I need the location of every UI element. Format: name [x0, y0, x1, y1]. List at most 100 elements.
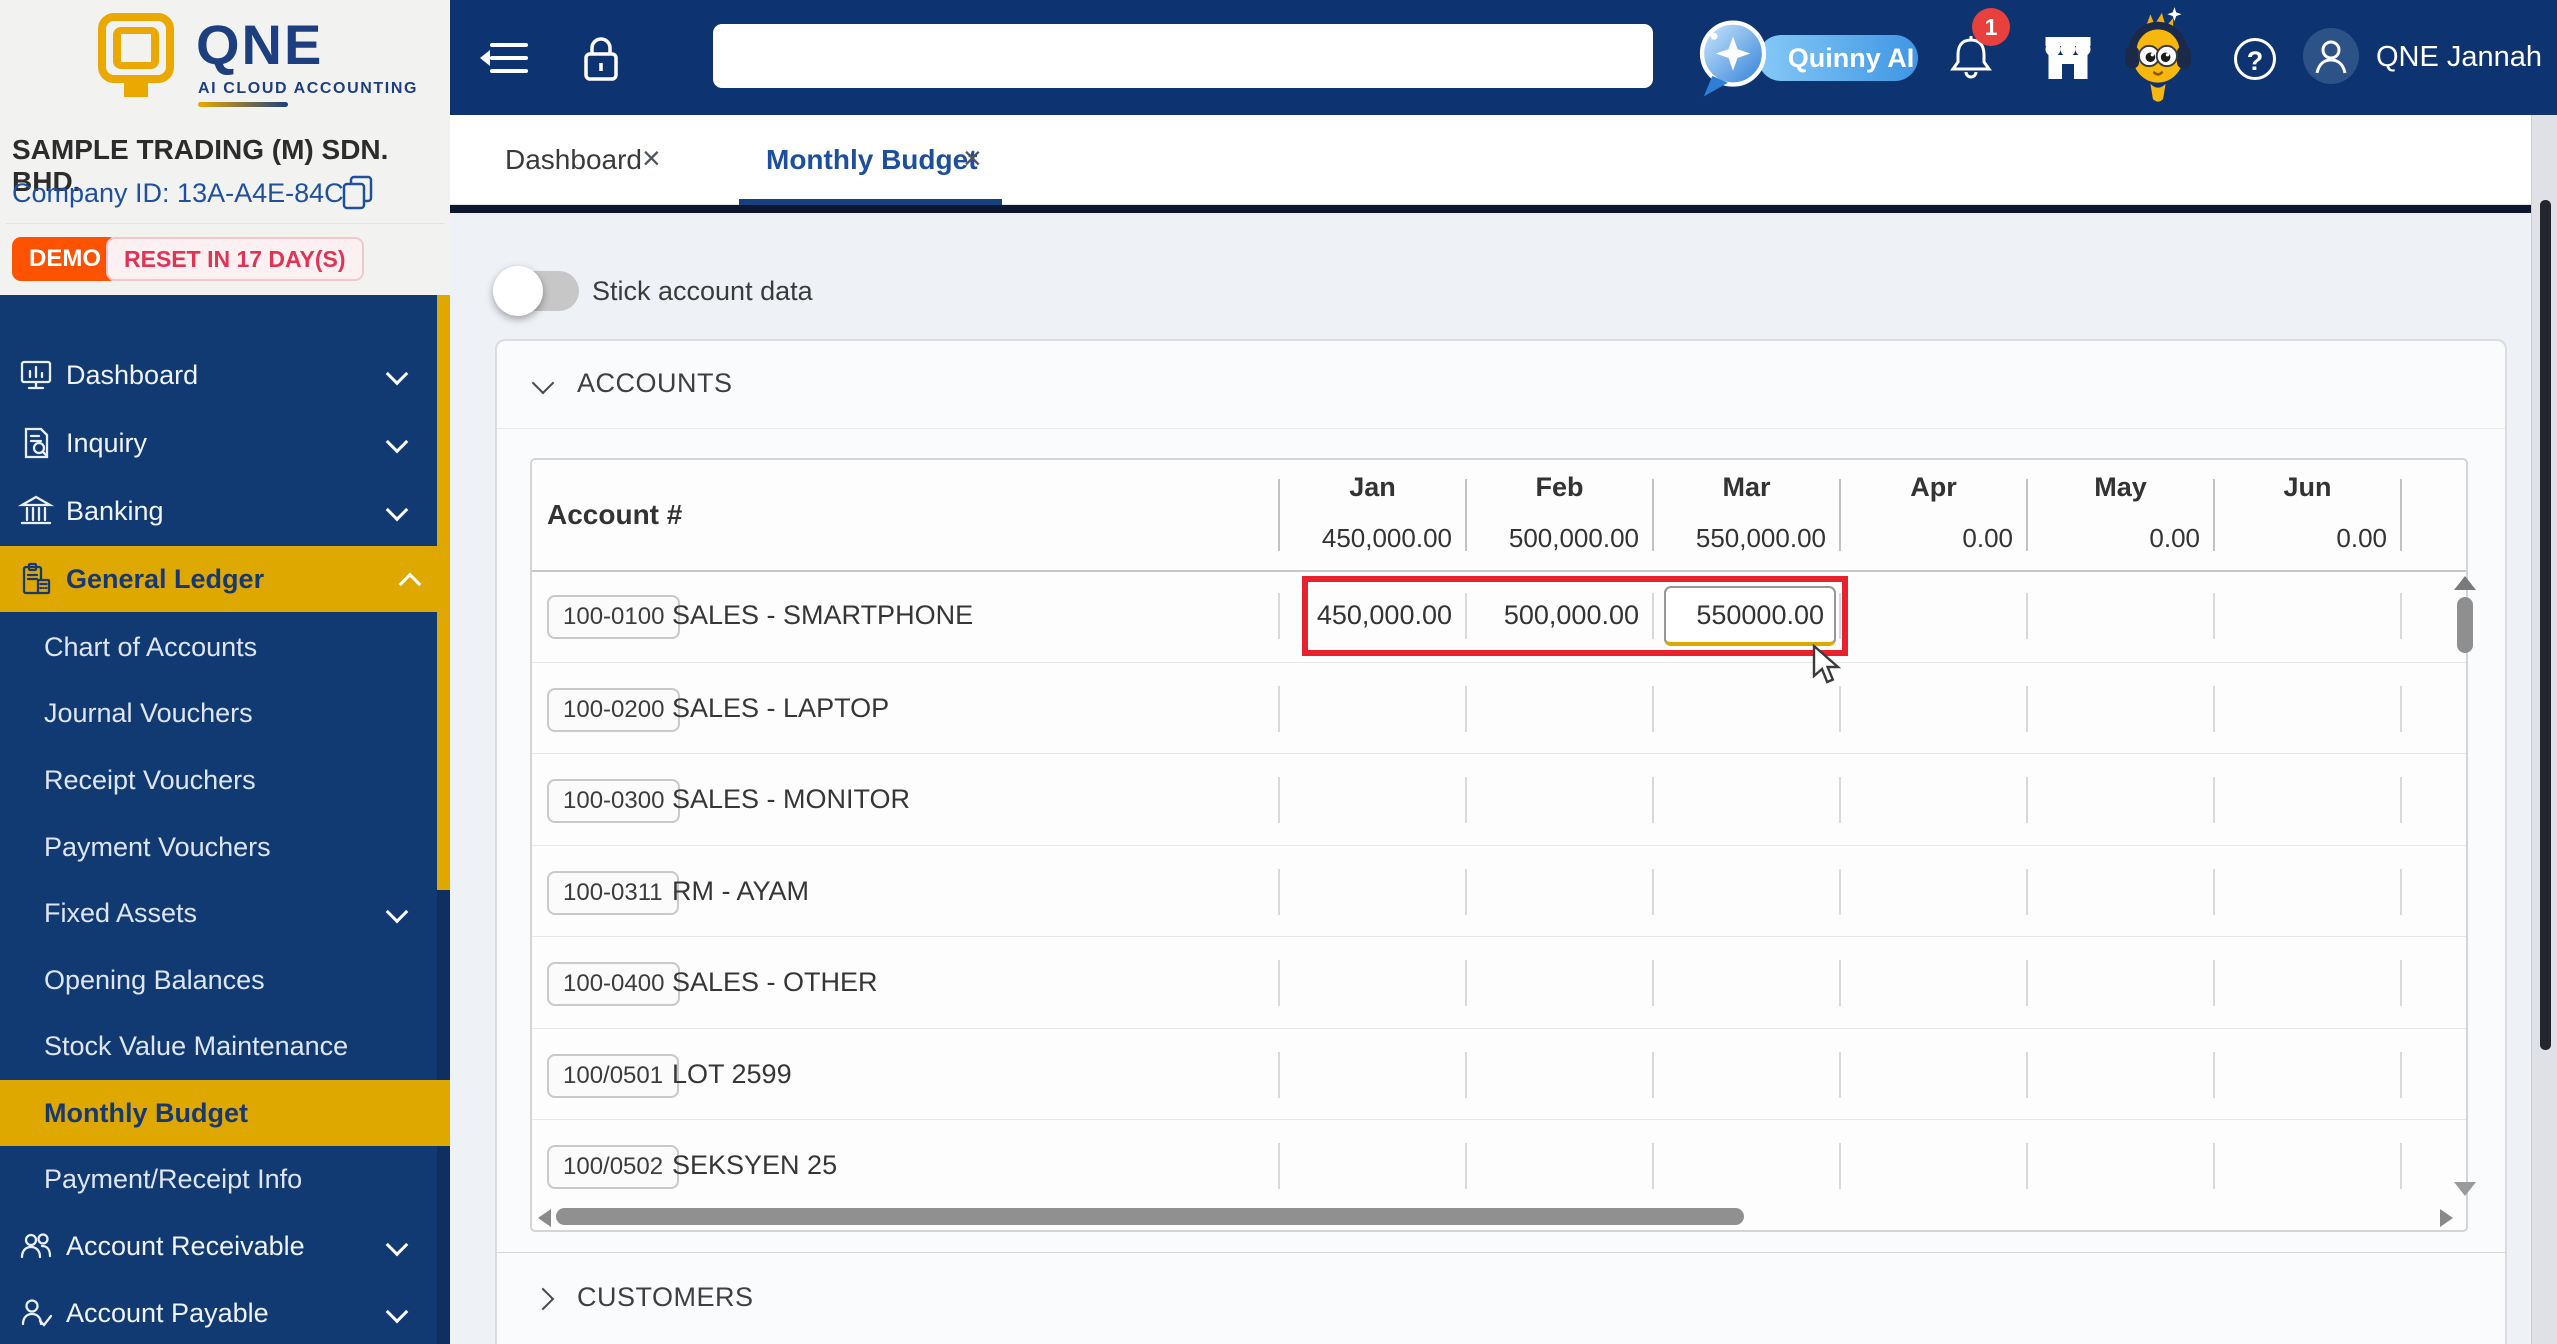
table-row[interactable]: 100-0311 RM - AYAM	[532, 845, 2466, 936]
grid-horizontal-scrollbar-thumb[interactable]	[556, 1208, 1744, 1225]
notification-badge[interactable]: 1	[1972, 8, 2010, 46]
sidebar-item-monthly-budget[interactable]: Monthly Budget	[0, 1080, 450, 1146]
sidebar-item-label: General Ledger	[66, 564, 265, 594]
copy-icon[interactable]	[340, 174, 376, 212]
table-row[interactable]: 100-0100 SALES - SMARTPHONE 450,000.00 5…	[532, 570, 2466, 661]
sidebar-item-stock-value-maintenance[interactable]: Stock Value Maintenance	[0, 1013, 437, 1079]
quinny-chat-icon	[1699, 20, 1767, 97]
sidebar-item-banking[interactable]: Banking	[0, 478, 437, 544]
app-window: Quinny AI 1 ? QNE Jannah QNE AI CLOUD AC…	[0, 0, 2557, 1344]
grid-scroll-up-arrow[interactable]	[2454, 576, 2476, 590]
table-row[interactable]: 100-0200 SALES - LAPTOP	[532, 662, 2466, 753]
section-header-accounts[interactable]: ACCOUNTS	[497, 339, 2505, 428]
account-name: SALES - OTHER	[672, 967, 878, 997]
sidebar-item-fixed-assets[interactable]: Fixed Assets	[0, 880, 437, 946]
sidebar-item-payment-vouchers[interactable]: Payment Vouchers	[0, 814, 437, 880]
account-receivable-icon	[18, 1228, 54, 1271]
sidebar-item-opening-balances[interactable]: Opening Balances	[0, 947, 437, 1013]
section-divider	[497, 428, 2505, 429]
month-label: Jun	[2283, 472, 2332, 502]
panel-divider	[6, 223, 444, 224]
demo-badge: DEMO	[12, 237, 118, 281]
page-scrollbar-thumb[interactable]	[2540, 200, 2551, 1050]
help-icon[interactable]: ?	[2234, 38, 2276, 80]
grid-scroll-left-arrow[interactable]	[538, 1209, 551, 1227]
sidebar-item-inquiry[interactable]: Inquiry	[0, 410, 437, 476]
budget-cell-input-mar[interactable]	[1664, 586, 1836, 646]
month-total: 550,000.00	[1695, 523, 1826, 553]
column-header-jan[interactable]: Jan 450,000.00	[1279, 460, 1466, 570]
sidebar-item-label: Fixed Assets	[44, 898, 198, 928]
qne-logo-icon	[98, 13, 174, 83]
row-column-separators	[1278, 869, 2403, 915]
stick-account-data-toggle[interactable]	[493, 266, 579, 316]
grid-vertical-scrollbar-thumb[interactable]	[2457, 597, 2473, 653]
content-top-border	[450, 205, 2531, 213]
global-search	[713, 24, 1653, 88]
grid-scroll-right-arrow[interactable]	[2440, 1209, 2453, 1227]
table-row[interactable]: 100/0502 SEKSYEN 25	[532, 1119, 2466, 1210]
account-code-chip: 100-0200	[547, 688, 681, 732]
search-input[interactable]	[713, 24, 1653, 88]
chevron-down-icon	[385, 1300, 409, 1324]
table-row[interactable]: 100/0501 LOT 2599	[532, 1028, 2466, 1119]
account-name: LOT 2599	[672, 1059, 792, 1089]
budget-cell-jan[interactable]: 450,000.00	[1279, 570, 1466, 661]
tab-dashboard[interactable]: Dashboard	[505, 115, 642, 205]
account-column-header[interactable]: Account #	[547, 460, 682, 570]
sidebar-item-journal-vouchers[interactable]: Journal Vouchers	[0, 680, 437, 746]
month-total: 500,000.00	[1508, 523, 1639, 553]
section-label-accounts: ACCOUNTS	[577, 368, 733, 398]
table-row[interactable]: 100-0300 SALES - MONITOR	[532, 753, 2466, 844]
sidebar-item-chart-of-accounts[interactable]: Chart of Accounts	[0, 614, 437, 680]
grid-scroll-down-arrow[interactable]	[2454, 1182, 2476, 1196]
lock-icon[interactable]	[578, 32, 624, 84]
tab-monthly-budget-close-icon[interactable]: ×	[963, 115, 982, 205]
sidebar-item-label: Account Receivable	[66, 1231, 305, 1261]
account-code-chip: 100-0311	[547, 871, 679, 915]
month-total: 450,000.00	[1321, 523, 1452, 553]
sidebar-item-general-ledger[interactable]: General Ledger	[0, 546, 450, 612]
sidebar-item-account-receivable[interactable]: Account Receivable	[0, 1213, 437, 1279]
column-header-feb[interactable]: Feb 500,000.00	[1466, 460, 1653, 570]
account-code-chip: 100-0300	[547, 779, 681, 823]
user-avatar-icon[interactable]	[2303, 28, 2359, 84]
grid-header-row: Account # Jan 450,000.00 Feb 500,000.00 …	[532, 460, 2466, 572]
column-header-mar[interactable]: Mar 550,000.00	[1653, 460, 1840, 570]
store-icon[interactable]	[2041, 32, 2095, 84]
sidebar-item-label: Payment/Receipt Info	[44, 1164, 303, 1194]
sidebar-scrollbar-thumb[interactable]	[437, 295, 450, 890]
budget-cell-feb[interactable]: 500,000.00	[1466, 570, 1653, 661]
help-glyph: ?	[2246, 46, 2264, 76]
sidebar-item-account-payable[interactable]: Account Payable	[0, 1280, 437, 1344]
section-header-customers[interactable]: CUSTOMERS	[497, 1253, 2505, 1342]
row-column-separators	[1278, 686, 2403, 732]
sidebar-item-dashboard[interactable]: Dashboard	[0, 342, 437, 408]
column-header-apr[interactable]: Apr 0.00	[1840, 460, 2027, 570]
banking-icon	[17, 493, 55, 536]
tab-dashboard-close-icon[interactable]: ×	[642, 115, 661, 205]
quinny-ai-label: Quinny AI	[1787, 43, 1915, 73]
tab-monthly-budget[interactable]: Monthly Budget	[766, 115, 978, 205]
sidebar-item-payment-receipt-info[interactable]: Payment/Receipt Info	[0, 1146, 437, 1212]
mascot-icon[interactable]	[2120, 6, 2196, 106]
chevron-down-icon	[385, 900, 409, 924]
quinny-ai-button[interactable]: Quinny AI	[1690, 14, 1930, 102]
column-header-jun[interactable]: Jun 0.00	[2214, 460, 2401, 570]
toggle-knob	[493, 266, 543, 316]
company-panel: QNE AI CLOUD ACCOUNTING SAMPLE TRADING (…	[0, 0, 450, 295]
user-name[interactable]: QNE Jannah	[2376, 0, 2542, 115]
row-column-separators	[1278, 777, 2403, 823]
month-label: Feb	[1535, 472, 1584, 502]
company-id[interactable]: Company ID: 13A-A4E-84C	[12, 178, 344, 209]
table-row[interactable]: 100-0400 SALES - OTHER	[532, 936, 2466, 1027]
column-header-may[interactable]: May 0.00	[2027, 460, 2214, 570]
sidebar-item-label: Chart of Accounts	[44, 632, 258, 662]
month-label: Mar	[1722, 472, 1771, 502]
sidebar-item-receipt-vouchers[interactable]: Receipt Vouchers	[0, 747, 437, 813]
sidebar-item-label: Banking	[66, 496, 164, 526]
collapse-menu-icon[interactable]	[478, 38, 532, 78]
sidebar-item-label: Stock Value Maintenance	[44, 1031, 349, 1061]
quinny-ai-pill[interactable]: Quinny AI	[1758, 35, 1918, 81]
sidebar-item-label: Dashboard	[66, 360, 199, 390]
